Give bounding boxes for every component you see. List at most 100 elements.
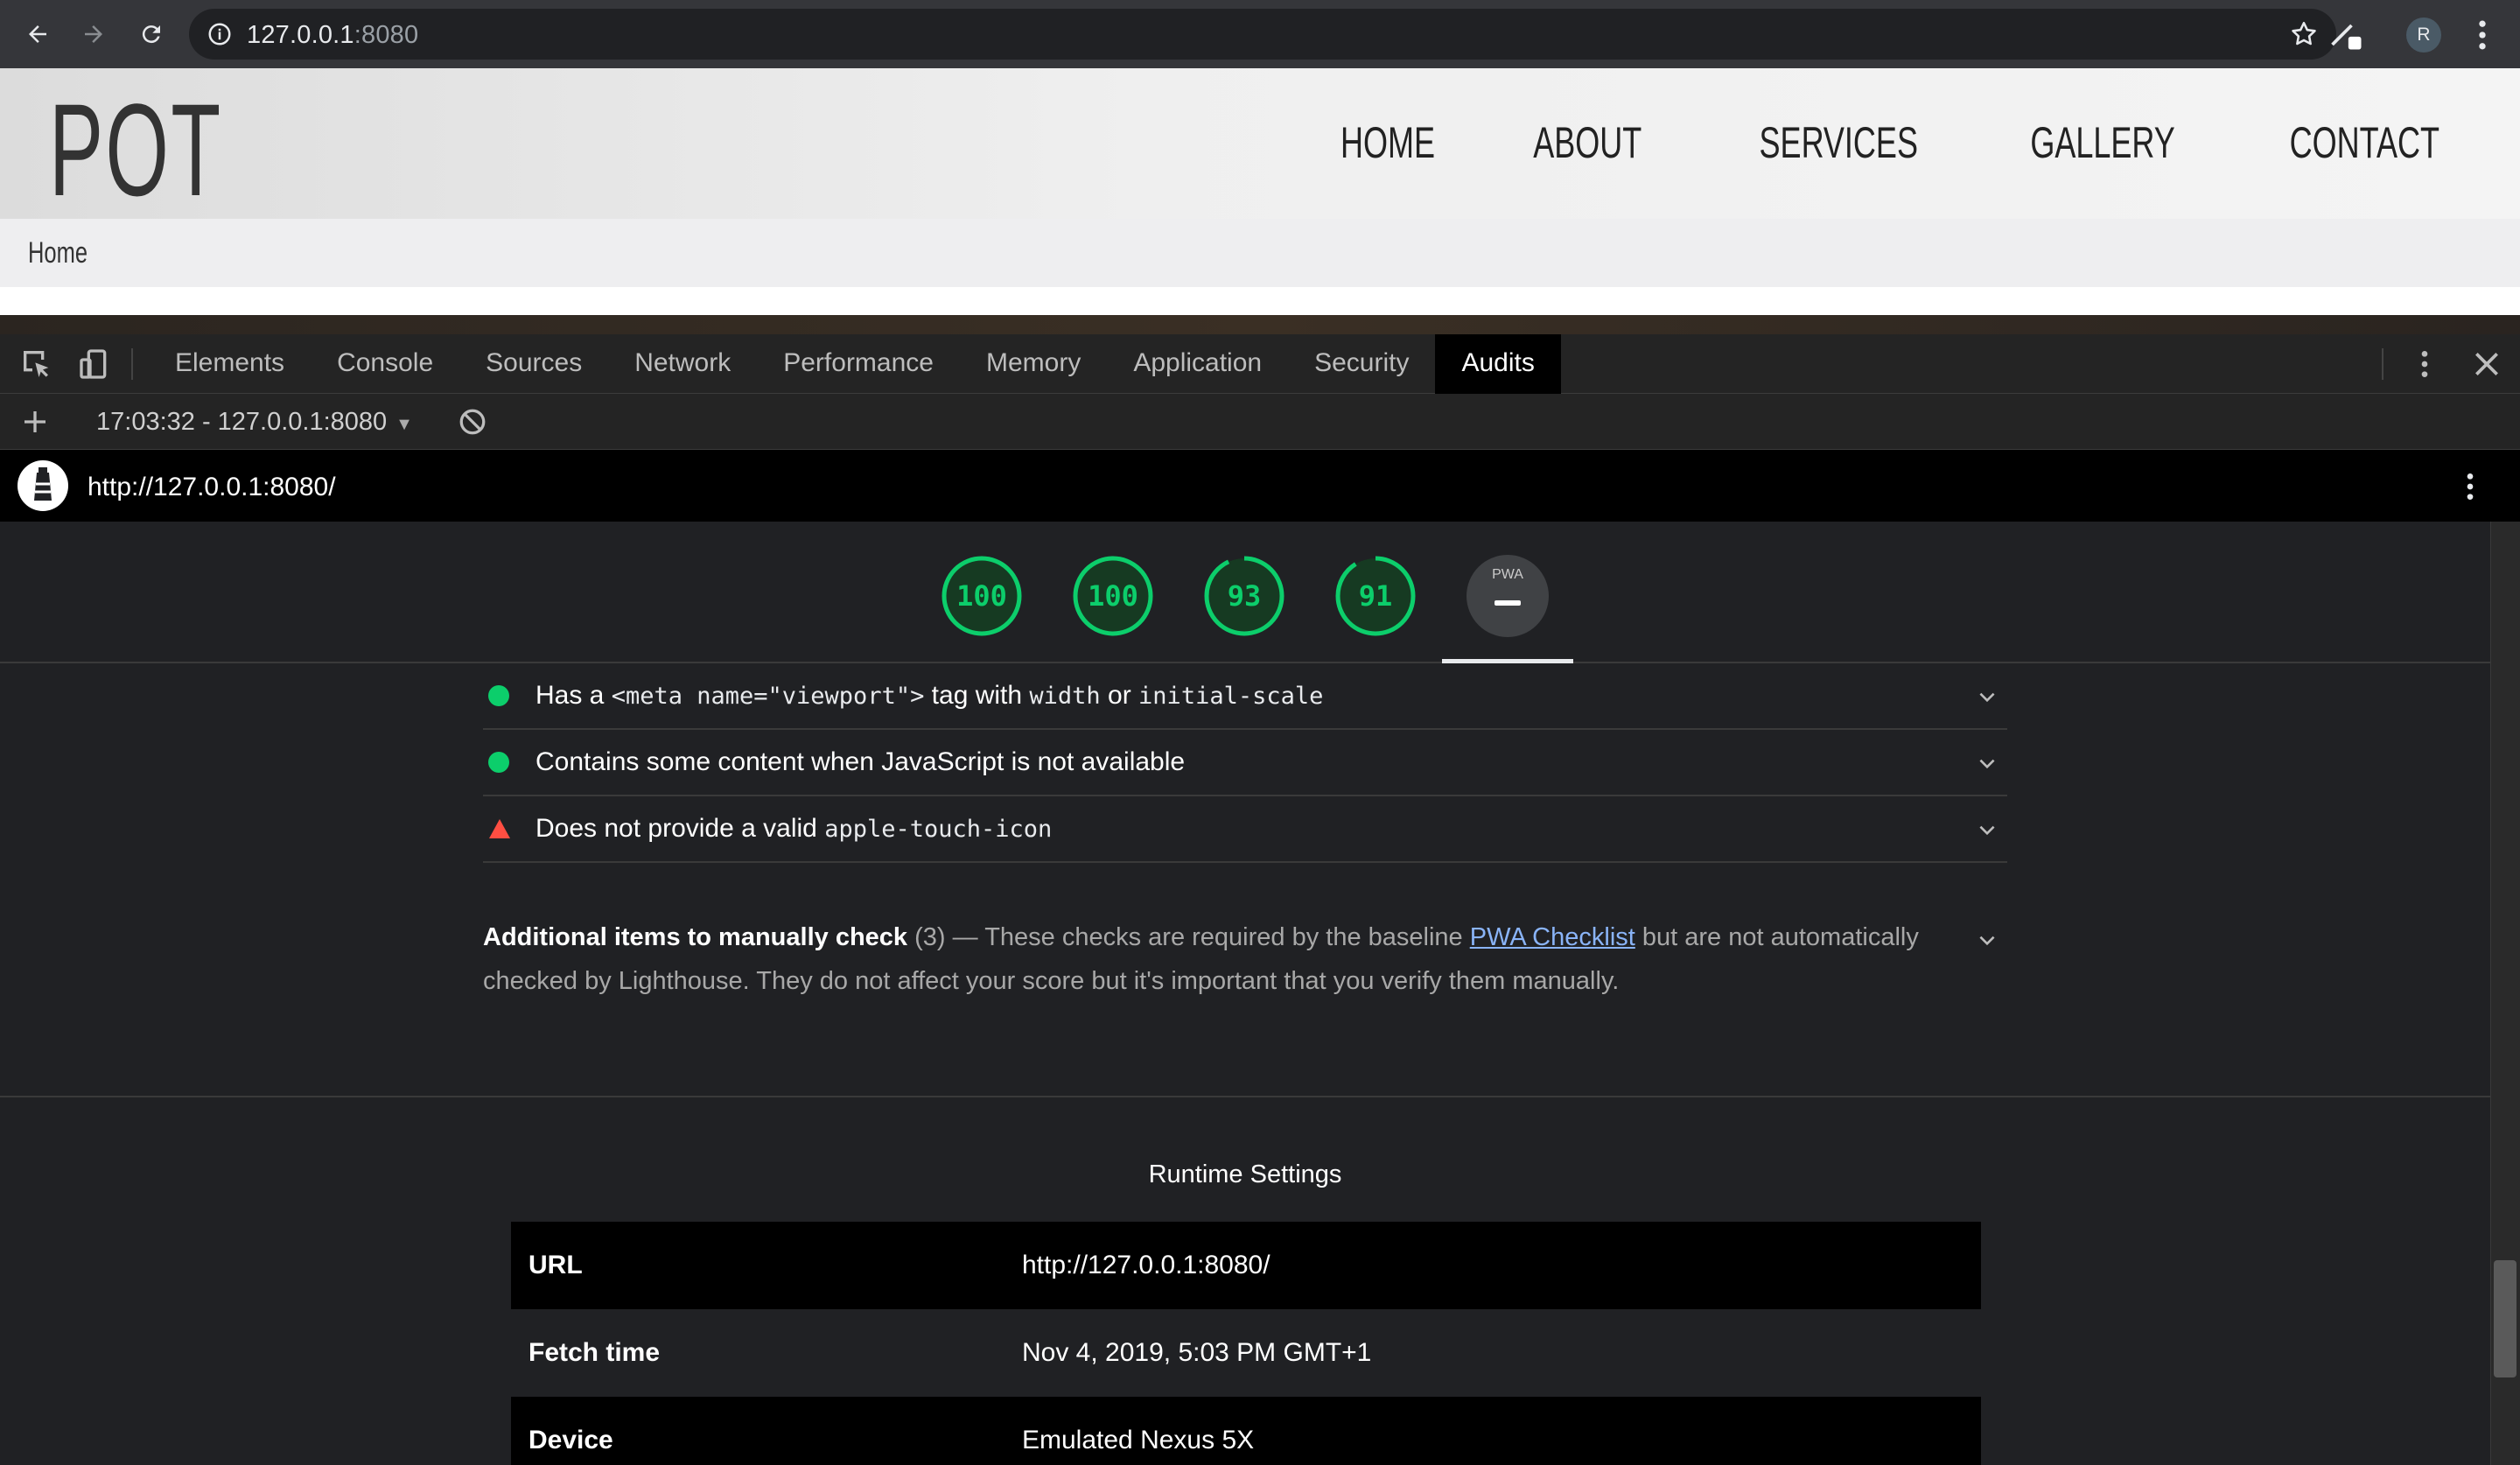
url-port: :8080 — [354, 21, 419, 49]
chevron-down-icon[interactable] — [1976, 929, 1998, 952]
score-accessibility: 100 — [1088, 579, 1138, 613]
audit-viewport[interactable]: Has a <meta name="viewport"> tag with wi… — [483, 663, 2007, 730]
section-divider — [0, 1096, 2490, 1097]
manual-desc-before: These checks are required by the baselin… — [984, 923, 1470, 951]
table-row: URL http://127.0.0.1:8080/ — [511, 1222, 1981, 1309]
reload-button[interactable] — [131, 14, 172, 54]
table-row: Fetch time Nov 4, 2019, 5:03 PM GMT+1 — [511, 1309, 1981, 1397]
gauge-best-practices[interactable]: 93 — [1203, 555, 1285, 637]
audit-text: Does not provide a valid — [536, 814, 825, 843]
close-icon[interactable] — [2469, 347, 2504, 382]
forward-icon — [85, 25, 102, 43]
runtime-value: http://127.0.0.1:8080/ — [1022, 1251, 1270, 1279]
devtools-tabbar: Elements Console Sources Network Perform… — [0, 334, 2520, 394]
chevron-down-icon[interactable] — [1976, 753, 1998, 775]
breadcrumb: Home — [0, 219, 2520, 287]
audit-without-javascript[interactable]: Contains some content when JavaScript is… — [483, 730, 2007, 796]
tab-audits[interactable]: Audits — [1435, 334, 1561, 394]
pwa-audit-list: Has a <meta name="viewport"> tag with wi… — [483, 663, 2007, 863]
gauge-pwa[interactable]: PWA — [1466, 555, 1549, 637]
score-gauges: 100 100 93 91 PWA — [0, 522, 2490, 663]
page-content — [0, 287, 2520, 315]
runtime-key: Fetch time — [528, 1338, 661, 1367]
runtime-settings-table: URL http://127.0.0.1:8080/ Fetch time No… — [511, 1222, 1981, 1465]
pass-icon — [488, 752, 509, 773]
gauge-seo[interactable]: 91 — [1334, 555, 1417, 637]
audit-code: <meta name="viewport"> — [611, 683, 925, 710]
audit-text: Has a — [536, 681, 612, 710]
gauge-performance[interactable]: 100 — [941, 555, 1023, 637]
tab-sources[interactable]: Sources — [459, 334, 608, 394]
audit-title: Has a <meta name="viewport"> tag with wi… — [536, 681, 1323, 711]
site-logo[interactable]: POT — [49, 84, 223, 215]
profile-avatar[interactable]: R — [2406, 18, 2441, 53]
lighthouse-logo-icon — [18, 460, 68, 511]
tabbar-divider — [131, 348, 133, 380]
audit-code: apple-touch-icon — [824, 816, 1053, 843]
score-performance: 100 — [956, 579, 1007, 613]
tabbar-divider-right — [2382, 348, 2384, 380]
audit-title: Contains some content when JavaScript is… — [536, 747, 1186, 776]
score-best-practices: 93 — [1227, 579, 1262, 613]
pwa-checklist-link[interactable]: PWA Checklist — [1470, 923, 1635, 951]
manual-checks-count: (3) — [914, 923, 946, 951]
pwa-badge-icon — [1494, 600, 1521, 606]
audit-title: Does not provide a valid apple-touch-ico… — [536, 814, 1052, 844]
forward-button[interactable] — [74, 14, 114, 54]
runtime-value: Emulated Nexus 5X — [1022, 1426, 1255, 1454]
breadcrumb-home[interactable]: Home — [28, 236, 88, 270]
runtime-settings-title: Runtime Settings — [1148, 1160, 1342, 1188]
clear-icon[interactable] — [457, 406, 488, 438]
tab-network[interactable]: Network — [608, 334, 757, 394]
audit-code: initial-scale — [1138, 683, 1324, 710]
lighthouse-report: 100 100 93 91 PWA Has a <meta name="view… — [0, 522, 2490, 1465]
audit-apple-touch-icon[interactable]: Does not provide a valid apple-touch-ico… — [483, 796, 2007, 863]
extension-icon[interactable] — [2328, 16, 2366, 54]
devtools-tabs: Elements Console Sources Network Perform… — [149, 334, 1561, 394]
runtime-key: Device — [528, 1426, 613, 1454]
lighthouse-topbar: http://127.0.0.1:8080/ — [0, 450, 2520, 522]
tab-memory[interactable]: Memory — [960, 334, 1107, 394]
tab-console[interactable]: Console — [311, 334, 459, 394]
nav-home[interactable]: HOME — [1340, 117, 1435, 168]
score-seo: 91 — [1358, 579, 1393, 613]
site-header: POT HOME ABOUT SERVICES GALLERY CONTACT — [0, 68, 2520, 219]
url-host: 127.0.0.1 — [247, 21, 354, 49]
report-select-value: 17:03:32 - 127.0.0.1:8080 — [96, 408, 388, 436]
manual-checks-group[interactable]: Additional items to manually check (3) —… — [483, 915, 2007, 1003]
nav-services[interactable]: SERVICES — [1760, 117, 1918, 168]
browser-toolbar: 127.0.0.1:8080 R — [0, 0, 2520, 68]
tab-elements[interactable]: Elements — [149, 334, 311, 394]
gauge-accessibility[interactable]: 100 — [1072, 555, 1154, 637]
tab-application[interactable]: Application — [1107, 334, 1288, 394]
manual-dash: — — [952, 923, 978, 951]
tab-security[interactable]: Security — [1288, 334, 1435, 394]
nav-gallery[interactable]: GALLERY — [2031, 117, 2175, 168]
devtools-menu-icon[interactable] — [2412, 347, 2438, 382]
nav-contact[interactable]: CONTACT — [2290, 117, 2440, 168]
report-menu-icon[interactable] — [2457, 469, 2483, 504]
star-icon[interactable] — [2289, 19, 2319, 49]
table-row: Device Emulated Nexus 5X — [511, 1397, 1981, 1465]
chevron-down-icon[interactable] — [1976, 819, 1998, 842]
audit-text: tag with — [924, 681, 1030, 710]
audits-toolbar: 17:03:32 - 127.0.0.1:8080 ▼ — [0, 394, 2520, 450]
chevron-down-icon[interactable] — [1976, 686, 1998, 709]
kebab-menu-icon[interactable] — [2469, 16, 2496, 54]
back-button[interactable] — [18, 14, 58, 54]
report-select[interactable]: 17:03:32 - 127.0.0.1:8080 ▼ — [96, 408, 413, 437]
device-toggle-icon[interactable] — [77, 347, 112, 382]
report-url: http://127.0.0.1:8080/ — [88, 473, 336, 501]
inspect-icon[interactable] — [19, 347, 54, 382]
nav-about[interactable]: ABOUT — [1533, 117, 1642, 168]
audit-code: width — [1029, 683, 1101, 710]
runtime-value: Nov 4, 2019, 5:03 PM GMT+1 — [1022, 1338, 1372, 1367]
back-icon — [29, 25, 46, 43]
pass-icon — [488, 685, 509, 706]
scrollbar-thumb[interactable] — [2494, 1260, 2516, 1377]
tab-performance[interactable]: Performance — [757, 334, 960, 394]
plus-icon[interactable] — [19, 406, 51, 438]
address-bar[interactable]: 127.0.0.1:8080 — [189, 9, 2336, 60]
manual-checks-title: Additional items to manually check — [483, 923, 908, 951]
info-icon[interactable] — [206, 21, 233, 47]
